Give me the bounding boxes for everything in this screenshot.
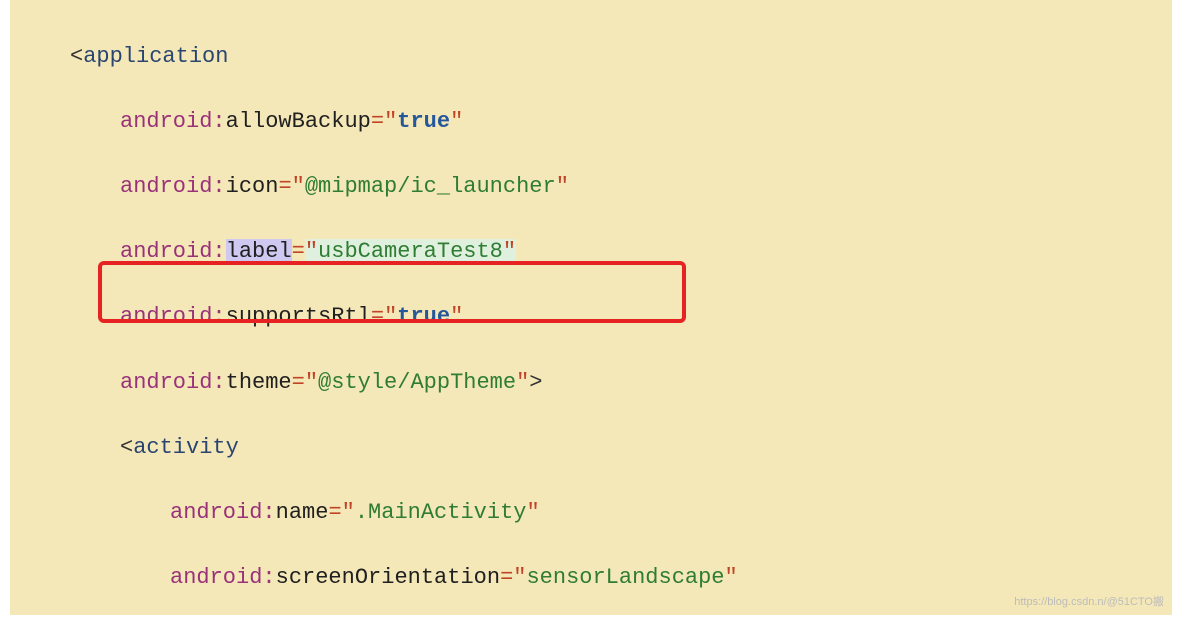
ns-android: android: [170, 565, 276, 590]
quote: " [503, 239, 516, 264]
val-true: true [397, 304, 450, 329]
equals: = [500, 565, 513, 590]
equals: = [371, 304, 384, 329]
code-line-7: <activity [10, 430, 1172, 467]
attr-allowbackup: allowBackup [226, 109, 371, 134]
quote: " [725, 565, 738, 590]
equals: = [292, 370, 305, 395]
attr-icon: icon [226, 174, 279, 199]
quote: " [513, 565, 526, 590]
tag-application: application [83, 44, 228, 69]
val-mainactivity: .MainActivity [355, 500, 527, 525]
attr-supportsrtl: supportsRtl [226, 304, 371, 329]
equals: = [278, 174, 291, 199]
attr-theme: theme [226, 370, 292, 395]
code-line-2: android:allowBackup="true" [10, 104, 1172, 141]
ns-android: android: [120, 174, 226, 199]
watermark: https://blog.csdn.n/@51CTO搬 [1014, 595, 1164, 609]
bracket-close: > [529, 370, 542, 395]
attr-name: name [276, 500, 329, 525]
code-line-5: android:supportsRtl="true" [10, 299, 1172, 336]
code-line-3: android:icon="@mipmap/ic_launcher" [10, 169, 1172, 206]
equals: = [371, 109, 384, 134]
equals: = [292, 239, 305, 264]
code-block: <application android:allowBackup="true" … [10, 0, 1172, 615]
val-sensorlandscape: sensorLandscape [526, 565, 724, 590]
code-line-1: <application [10, 39, 1172, 76]
ns-android: android: [170, 500, 276, 525]
attr-screenorientation: screenOrientation [276, 565, 500, 590]
quote: " [305, 370, 318, 395]
val-usbcameratest8: usbCameraTest8 [318, 239, 503, 264]
tag-activity: activity [133, 435, 239, 460]
quote: " [450, 109, 463, 134]
quote: " [384, 304, 397, 329]
quote: " [342, 500, 355, 525]
quote: " [526, 500, 539, 525]
equals: = [328, 500, 341, 525]
quote: " [450, 304, 463, 329]
quote: " [516, 370, 529, 395]
ns-android: android: [120, 109, 226, 134]
val-mipmap: @mipmap/ic_launcher [305, 174, 556, 199]
code-line-6: android:theme="@style/AppTheme"> [10, 365, 1172, 402]
val-apptheme: @style/AppTheme [318, 370, 516, 395]
quote: " [556, 174, 569, 199]
attr-label: label [226, 239, 292, 264]
code-line-8: android:name=".MainActivity" [10, 495, 1172, 532]
quote: " [292, 174, 305, 199]
bracket-open: < [70, 44, 83, 69]
quote: " [305, 239, 318, 264]
ns-android: android: [120, 304, 226, 329]
quote: " [384, 109, 397, 134]
code-line-9: android:screenOrientation="sensorLandsca… [10, 560, 1172, 597]
ns-android: android: [120, 370, 226, 395]
val-true: true [397, 109, 450, 134]
bracket-open: < [120, 435, 133, 460]
ns-android: android: [120, 239, 226, 264]
code-line-4: android:label="usbCameraTest8" [10, 234, 1172, 271]
